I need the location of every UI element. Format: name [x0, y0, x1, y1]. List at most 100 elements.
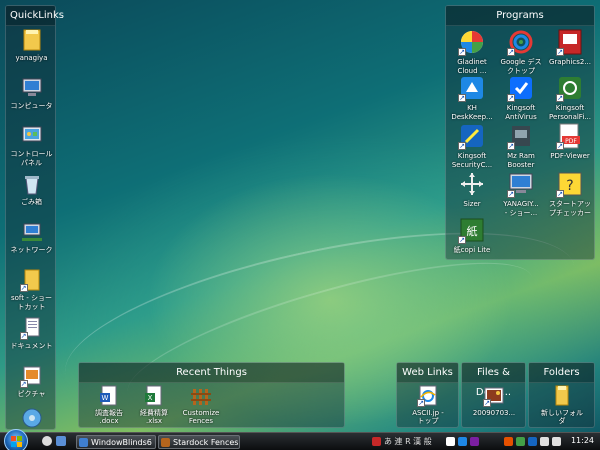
- tray-app-icon[interactable]: [372, 437, 381, 446]
- icon-label: 紙copi Lite: [453, 246, 491, 254]
- icon-label: Mz Ram Booster: [507, 152, 535, 169]
- tray-app-icon[interactable]: [446, 437, 455, 446]
- program-graphics[interactable]: ↗ Graphics2...: [546, 28, 594, 67]
- program-gladinet[interactable]: ↗ Gladinet Cloud ...: [448, 28, 496, 76]
- program-kingsoft-antivirus[interactable]: ↗ Kingsoft AntiVirus: [497, 74, 545, 122]
- taskbar-button-label: WindowBlinds6: [91, 438, 152, 447]
- desktop-icon-control-panel[interactable]: コントロール パネル: [6, 124, 57, 168]
- icon-label: コントロール パネル: [10, 150, 53, 167]
- icon-label: 経費精算 .xlsx: [140, 409, 168, 425]
- system-tray: あ 連 R 漢 般 11:24: [372, 433, 600, 450]
- show-desktop-icon[interactable]: [42, 436, 52, 446]
- clock[interactable]: 11:24: [571, 436, 594, 445]
- taskbar-button-windowblinds[interactable]: WindowBlinds6: [76, 435, 156, 449]
- svg-text:?: ?: [566, 178, 573, 194]
- program-kamicopi[interactable]: 紙 ↗ 紙copi Lite: [448, 216, 496, 255]
- image-file-icon: ↗: [483, 385, 505, 407]
- program-kh-deskkeeper[interactable]: ↗ KH DeskKeep...: [448, 74, 496, 122]
- icon-label: ネットワーク: [10, 246, 53, 254]
- icon-label: Customize Fences: [182, 409, 220, 425]
- desktop-icon-documents[interactable]: ↗ ドキュメント: [6, 316, 57, 351]
- program-startup-checker[interactable]: ? ↗ スタートアッ プチェッカー: [546, 170, 594, 218]
- program-mz-ram-booster[interactable]: ↗ Mz Ram Booster: [497, 122, 545, 170]
- recent-item-xlsx[interactable]: X 経費精算 .xlsx: [129, 385, 179, 425]
- taskbar-button-label: Stardock Fences™: [173, 438, 240, 447]
- mz-ram-icon: ↗: [507, 122, 535, 150]
- shortcut-arrow-icon: ↗: [417, 399, 425, 407]
- shortcut-arrow-icon: ↗: [19, 284, 28, 292]
- folder-item-new-folder[interactable]: 新しいフォル ダ: [537, 385, 587, 425]
- icon-label: yanagiya: [15, 54, 48, 62]
- svg-text:PDF: PDF: [565, 138, 577, 145]
- folder-shortcut-icon: ↗: [19, 268, 44, 292]
- fence-title[interactable]: Web Links: [397, 363, 458, 383]
- quicklinks-fence[interactable]: QuickLinks yanagiya コンピュータ コントロール パネル ごみ…: [5, 5, 64, 430]
- icon-label: KH DeskKeep...: [451, 104, 493, 121]
- folders-fence[interactable]: Folders 新しいフォル ダ: [528, 362, 595, 428]
- desktop-icon-computer[interactable]: コンピュータ: [6, 76, 57, 111]
- fence-title[interactable]: Recent Things: [79, 363, 344, 383]
- taskbar-button-fences[interactable]: Stardock Fences™: [158, 435, 240, 449]
- sizer-icon: [458, 170, 486, 198]
- start-button[interactable]: [4, 429, 28, 450]
- program-yanagiya-shortcut[interactable]: ↗ YANAGIY... - ショー...: [497, 170, 545, 218]
- tray-app-icon[interactable]: [516, 437, 525, 446]
- shortcut-arrow-icon: ↗: [458, 94, 466, 102]
- file-item-20090703[interactable]: ↗ 20090703...: [469, 385, 519, 417]
- computer-icon: [20, 76, 44, 100]
- svg-text:紙: 紙: [467, 224, 478, 238]
- desktop-icon-music[interactable]: [6, 406, 57, 430]
- kamicopi-icon: 紙 ↗: [458, 216, 486, 244]
- recent-item-customize-fences[interactable]: Customize Fences: [176, 385, 226, 425]
- icon-label: 20090703...: [472, 409, 516, 417]
- desktop-icon-yanagiya[interactable]: yanagiya: [6, 28, 57, 63]
- program-kingsoft-security[interactable]: ↗ Kingsoft SecurityC...: [448, 122, 496, 170]
- excel-doc-icon: X: [143, 385, 165, 407]
- tray-app-icon[interactable]: [528, 437, 537, 446]
- web-links-fence[interactable]: Web Links ↗ ASCII.jp - トップ: [396, 362, 459, 428]
- control-panel-icon: [20, 124, 44, 148]
- fence-title[interactable]: Programs: [446, 6, 594, 26]
- icon-label: ごみ箱: [21, 198, 42, 206]
- fence-title[interactable]: Files & Docu...: [462, 363, 525, 398]
- program-sizer[interactable]: Sizer: [448, 170, 496, 209]
- fence-title[interactable]: QuickLinks: [6, 6, 64, 26]
- desktop-icon-soft-shortcut[interactable]: ↗ soft - ショー トカット: [6, 268, 57, 312]
- icon-label: Sizer: [463, 200, 481, 208]
- windowblinds-icon: [79, 438, 88, 447]
- program-google-desktop[interactable]: ↗ Google デス クトップ: [497, 28, 545, 76]
- recent-item-docx[interactable]: W 調査報告 .docx: [84, 385, 134, 425]
- weblink-item-ascii[interactable]: ↗ ASCII.jp - トップ: [403, 385, 453, 425]
- ime-toolbar[interactable]: あ 連 R 漢 般: [384, 436, 432, 447]
- recent-things-fence[interactable]: Recent Things W 調査報告 .docx X 経費精算 .xlsx …: [78, 362, 345, 428]
- icon-label: ピクチャ: [17, 390, 46, 398]
- recycle-bin-icon: [20, 172, 44, 196]
- desktop-icon-network[interactable]: ネットワーク: [6, 220, 57, 255]
- windows-logo-icon: [11, 436, 22, 447]
- pictures-icon: ↗: [19, 364, 44, 388]
- volume-icon[interactable]: [552, 437, 561, 446]
- files-docs-fence[interactable]: Files & Docu... ↗ 20090703...: [461, 362, 526, 428]
- shortcut-arrow-icon: ↗: [556, 48, 564, 56]
- shortcut-arrow-icon: ↗: [507, 48, 515, 56]
- icon-label: YANAGIY... - ショー...: [503, 200, 539, 217]
- fence-title[interactable]: Folders: [529, 363, 594, 383]
- taskbar: WindowBlinds6 Stardock Fences™ あ 連 R 漢 般…: [0, 429, 600, 450]
- switch-windows-icon[interactable]: [56, 436, 66, 446]
- network-status-icon[interactable]: [540, 437, 549, 446]
- shortcut-arrow-icon: ↗: [507, 142, 515, 150]
- tray-app-icon[interactable]: [504, 437, 513, 446]
- tray-app-icon[interactable]: [458, 437, 467, 446]
- graphics-icon: ↗: [556, 28, 584, 56]
- tray-app-icon[interactable]: [470, 437, 479, 446]
- desktop-icon-pictures[interactable]: ↗ ピクチャ: [6, 364, 57, 399]
- kingsoft-firewall-icon: ↗: [556, 74, 584, 102]
- fences-icon: [161, 438, 170, 447]
- programs-fence[interactable]: Programs ↗ Gladinet Cloud ... ↗ Google デ…: [445, 5, 595, 260]
- icon-label: 新しいフォル ダ: [541, 409, 583, 425]
- program-pdf-viewer[interactable]: PDF ↗ PDF-Viewer: [546, 122, 594, 161]
- program-kingsoft-firewall[interactable]: ↗ Kingsoft PersonalFi...: [546, 74, 594, 122]
- shortcut-arrow-icon: ↗: [556, 190, 564, 198]
- desktop-icon-recycle-bin[interactable]: ごみ箱: [6, 172, 57, 207]
- icon-label: Kingsoft PersonalFi...: [549, 104, 591, 121]
